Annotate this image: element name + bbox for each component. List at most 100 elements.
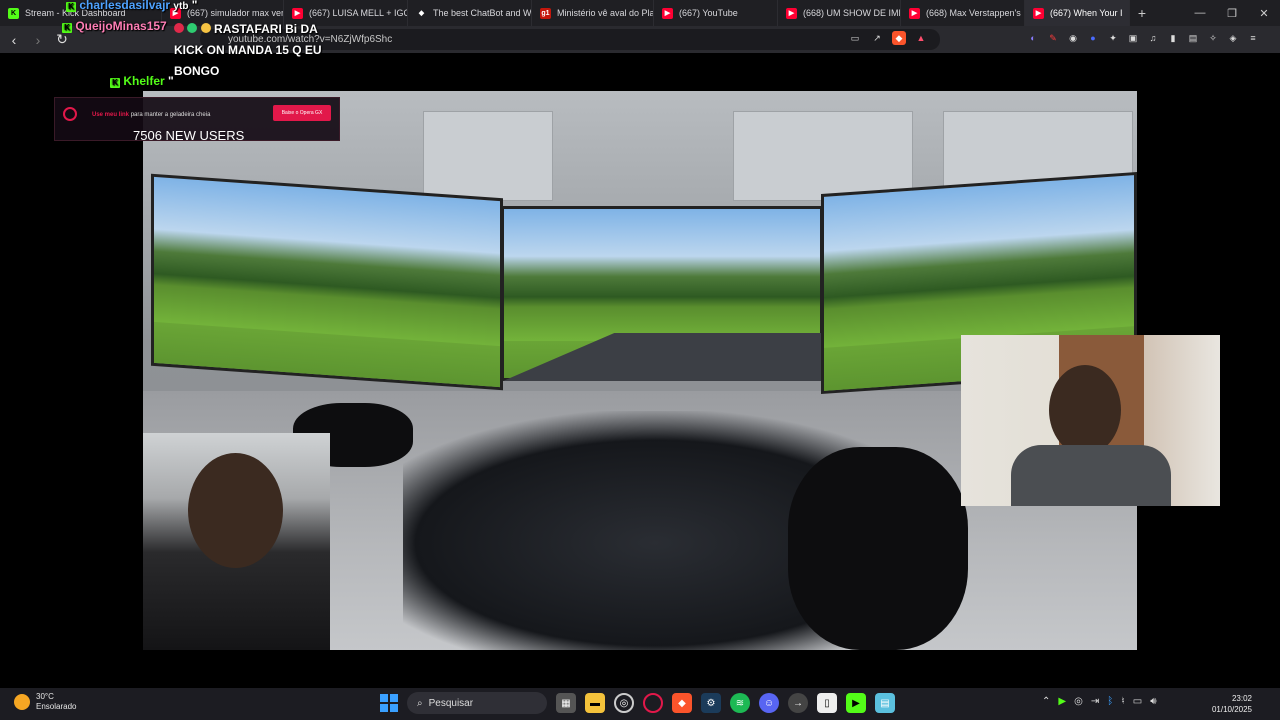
extension-icon[interactable]: ◐ [1026, 31, 1040, 45]
chat-text: " [191, 0, 198, 12]
windows-taskbar: 30°C Ensolarado ⌕ Pesquisar ▦ ▬ ◎ ◆ ⚙ ≋ … [0, 688, 1280, 720]
brave-icon[interactable]: ◆ [672, 693, 692, 713]
bluetooth-icon[interactable]: ᛒ [1107, 696, 1113, 707]
task-view-icon[interactable]: ▦ [556, 693, 576, 713]
kick-icon: K [62, 22, 72, 33]
extension-icon[interactable]: ▣ [1126, 31, 1140, 45]
youtube-icon: ▶ [662, 7, 673, 19]
browser-tab[interactable]: ▶ (667) When Your I ✕ [1025, 0, 1130, 26]
discord-icon[interactable]: ☺ [759, 693, 779, 713]
browser-tab[interactable]: ▶ (667) YouTube [654, 0, 778, 26]
tab-label: (667) When Your I [1050, 8, 1123, 18]
opera-logo-icon [63, 107, 77, 121]
weather-widget[interactable]: 30°C Ensolarado [14, 692, 76, 712]
address-bar-actions: ▭ ↗ ◆ ▲ [848, 31, 928, 45]
chrome-icon[interactable]: ◎ [614, 693, 634, 713]
youtube-icon: ▶ [909, 7, 920, 19]
menu-icon[interactable]: ≡ [1246, 31, 1260, 45]
youtube-icon: ▶ [786, 7, 797, 19]
wall-panel [423, 111, 553, 201]
cast-icon[interactable]: ▭ [848, 31, 862, 45]
promo-text: para manter a geladeira cheia [130, 112, 211, 118]
clock-time: 23:02 [1231, 694, 1252, 703]
system-tray: ⌃ ▶ ◎ ⇥ ᛒ ♮ ▭ 🔊︎ [1042, 696, 1157, 707]
download-opera-button[interactable]: Baixe o Opera GX [273, 105, 331, 121]
search-box[interactable]: ⌕ Pesquisar [407, 692, 547, 714]
opera-icon[interactable] [643, 693, 663, 713]
chat-prefix: ytb [173, 1, 189, 12]
new-tab-button[interactable]: + [1130, 5, 1154, 21]
puzzle-icon[interactable]: ✦ [1106, 31, 1120, 45]
face [1049, 365, 1121, 455]
new-users-count: 7506 NEW USERS [133, 128, 245, 143]
weather-condition: Ensolarado [36, 702, 77, 711]
brave-shield-icon[interactable]: ◆ [892, 31, 906, 45]
browser-tab[interactable]: ▶ (668) Max Verstappen's I [901, 0, 1025, 26]
tab-label: The best ChatBot and Wi [433, 8, 532, 18]
file-explorer-icon[interactable]: ▬ [585, 693, 605, 713]
media-icon[interactable]: ♫ [1146, 31, 1160, 45]
browser-tab[interactable]: g1 Ministério vê aval do Plan [532, 0, 654, 26]
tab-label: (667) simulador max verst [187, 8, 284, 18]
webcam-right [961, 335, 1220, 506]
kick-tray-icon[interactable]: ▶ [1058, 696, 1066, 707]
tab-label: (667) LUISA MELL + IGOR [309, 8, 408, 18]
start-button[interactable] [380, 694, 398, 712]
forward-icon[interactable]: › [28, 30, 48, 50]
weather-temp: 30°C [36, 692, 54, 701]
microphone-icon[interactable]: ♮ [1121, 696, 1125, 707]
share-icon[interactable]: ↗ [870, 31, 884, 45]
kick-icon: K [66, 1, 76, 12]
kick-icon: K [110, 77, 120, 88]
browser-tab[interactable]: ▶ (668) UM SHOW DE IMPR [778, 0, 901, 26]
file-icon[interactable]: ▯ [817, 693, 837, 713]
sim-screen-left [151, 173, 503, 391]
clock-date: 01/10/2025 [1211, 705, 1252, 714]
front-right-tyre [788, 447, 968, 650]
g1-icon: g1 [540, 7, 551, 19]
shirt [1011, 445, 1171, 506]
chevron-up-icon[interactable]: ⌃ [1042, 696, 1050, 707]
sidebar-icon[interactable]: ▮ [1166, 31, 1180, 45]
brave-rewards-icon[interactable]: ▲ [914, 31, 928, 45]
chat-username: Khelfer [123, 74, 165, 88]
chat-message-body: RASTAFARI Bi DA KICK ON MANDA 15 Q EU BO… [174, 19, 344, 82]
sun-icon [14, 694, 30, 710]
taskbar-apps: ⌕ Pesquisar ▦ ▬ ◎ ◆ ⚙ ≋ ☺ → ▯ ▶ ▤ [380, 692, 895, 714]
close-window-button[interactable]: ✕ [1248, 0, 1280, 26]
tray-app-icon[interactable]: ◎ [1074, 696, 1083, 707]
extension-icon[interactable]: ✎ [1046, 31, 1060, 45]
network-icon[interactable]: ▭ [1133, 696, 1142, 707]
tab-label: (667) YouTube [679, 8, 738, 18]
spotify-icon[interactable]: ≋ [730, 693, 750, 713]
app-icon[interactable]: → [788, 693, 808, 713]
notepad-icon[interactable]: ▤ [875, 693, 895, 713]
chat-username: QueijoMinas157 [75, 19, 167, 33]
tray-app-icon[interactable]: ⇥ [1091, 696, 1099, 707]
close-tab-icon[interactable]: ✕ [1129, 7, 1130, 20]
chat-message: K Khelfer " [110, 74, 174, 88]
opera-gx-promo: Use meu link para manter a geladeira che… [54, 97, 340, 143]
restore-button[interactable]: ❐ [1216, 0, 1248, 26]
steam-icon[interactable]: ⚙ [701, 693, 721, 713]
search-icon: ⌕ [417, 697, 423, 709]
volume-icon[interactable]: 🔊︎ [1150, 696, 1156, 707]
back-icon[interactable]: ‹ [4, 30, 24, 50]
youtube-icon: ▶ [292, 7, 303, 19]
leo-icon[interactable]: ✧ [1206, 31, 1220, 45]
chat-username: charlesdasilvajr [79, 0, 171, 12]
extension-icon[interactable]: ◉ [1066, 31, 1080, 45]
chatbot-icon: ◆ [418, 10, 425, 17]
vpn-icon[interactable]: ◈ [1226, 31, 1240, 45]
webcam-left [143, 433, 330, 650]
kick-app-icon[interactable]: ▶ [846, 693, 866, 713]
promo-link-text: Use meu link [92, 112, 130, 118]
clock[interactable]: 23:02 01/10/2025 [1212, 693, 1252, 715]
search-placeholder: Pesquisar [428, 697, 474, 709]
face [188, 453, 283, 568]
browser-tab[interactable]: ◆ The best ChatBot and Wi [408, 0, 532, 26]
kick-icon: K [8, 7, 19, 19]
wallet-icon[interactable]: ▤ [1186, 31, 1200, 45]
minimize-button[interactable]: — [1184, 0, 1216, 26]
extension-icon[interactable]: ● [1086, 31, 1100, 45]
